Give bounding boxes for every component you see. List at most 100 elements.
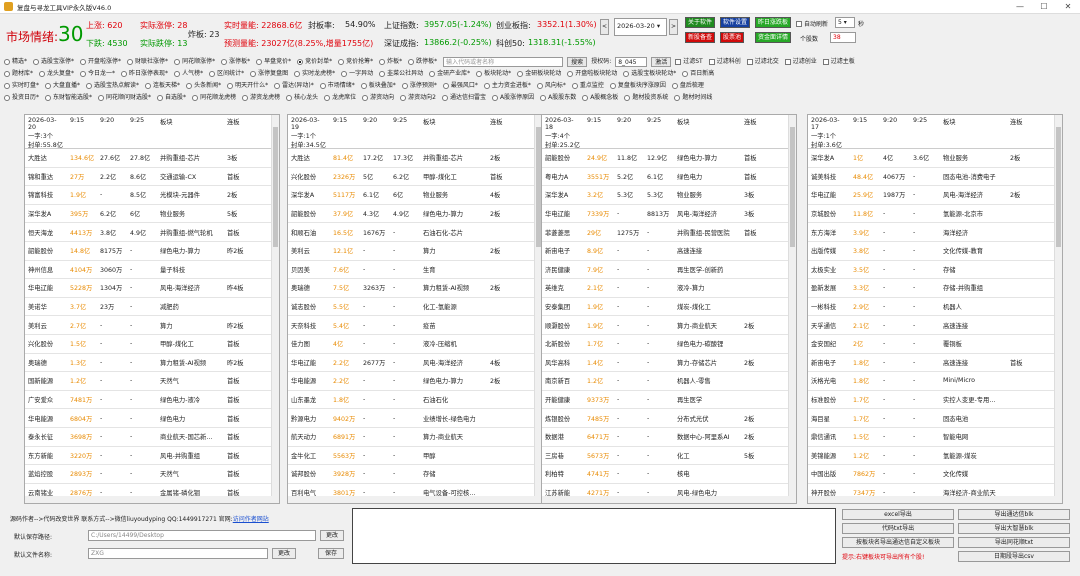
table-row[interactable]: 顺灏股份 1.9亿 - - 算力-商业航天 2板 (542, 316, 796, 335)
stock-pool-button[interactable]: 股票池 (720, 32, 745, 43)
horizontal-scrollbar[interactable] (808, 496, 1062, 503)
table-row[interactable]: 韶能股份 14.8亿 8175万 - 绿色电力-算力 昨2板 (25, 242, 279, 261)
filter-option[interactable]: 一字异动 (341, 68, 373, 80)
table-row[interactable]: 锦和重达 27万 2.2亿 8.6亿 交通运输-CX 首板 (25, 168, 279, 187)
filter-option[interactable]: 涨停预测* (401, 80, 437, 92)
table-row[interactable]: 沃格光电 1.8亿 - - Mini/Micro (808, 372, 1062, 391)
filter-option[interactable]: 游资龙虎榜 (242, 92, 280, 104)
filter-option[interactable]: 连板天梯* (145, 80, 180, 92)
filter-option[interactable]: 今日龙一* (80, 68, 115, 80)
filter-option[interactable]: 涨停复盘图 (250, 68, 288, 80)
filter-option[interactable]: A股涨停原因 (491, 92, 534, 104)
table-row[interactable]: 天奈科技 5.4亿 - - 疫苗 (288, 316, 542, 335)
vertical-scrollbar[interactable] (271, 115, 279, 503)
column-header[interactable]: 9:20 (97, 115, 127, 148)
filter-option[interactable]: 实时盯盘* (4, 80, 39, 92)
filter-option[interactable]: 自选股* (157, 92, 186, 104)
auction-panel-2[interactable]: 2026-03-19 一字:1个 封单:34.5亿 9:15 9:20 9:25 板块 连板大… (287, 114, 543, 504)
table-row[interactable]: 美锦能源 1.2亿 - - 氢能源-煤炭 (808, 447, 1062, 466)
table-row[interactable]: 利柏特 4741万 - - 核电 (542, 465, 796, 484)
change-path-button[interactable]: 更改 (320, 530, 344, 541)
column-header[interactable]: 连板 (487, 115, 525, 148)
column-header[interactable]: 板块 (157, 115, 224, 148)
filter-option[interactable]: 板块轮动* (476, 68, 511, 80)
filter-option[interactable]: 昨日涨停表现* (121, 68, 168, 80)
txt-export-button[interactable]: 代码txt导出 (842, 523, 954, 534)
filter-option[interactable]: 风向标* (536, 80, 566, 92)
table-row[interactable]: 和顺石油 16.5亿 1676万 - 石油石化-芯片 (288, 223, 542, 242)
table-row[interactable]: 安泰集团 1.9亿 - - 煤炭-煤化工 (542, 298, 796, 317)
table-row[interactable]: 天孚通信 2.1亿 - - 高速连接 (808, 316, 1062, 335)
table-row[interactable]: 炼银股份 7485万 - - 分布式光伏 2板 (542, 409, 796, 428)
filter-option[interactable]: 涨停板* (221, 56, 250, 68)
table-row[interactable]: 大胜达 81.4亿 17.2亿 17.3亿 并购重组-芯片 2板 (288, 149, 542, 168)
tdx-export-button[interactable]: 导出通达信blk (958, 509, 1070, 520)
filter-option[interactable]: 金研板块轮动 (517, 68, 561, 80)
vertical-scrollbar[interactable] (1054, 115, 1062, 503)
close-icon[interactable]: ✕ (1056, 2, 1080, 11)
table-row[interactable]: 华电辽能 5228万 1304万 - 风电-海洋经济 昨4板 (25, 279, 279, 298)
fund-detail-button[interactable]: 资金面详情 (755, 32, 792, 43)
filter-option[interactable]: 竞价抢筹* (338, 56, 373, 68)
about-button[interactable]: 关于软件 (685, 17, 716, 28)
table-row[interactable]: 东方新能 3220万 - - 风电-并购重组 首板 (25, 447, 279, 466)
filter-option[interactable]: 人气榜* (174, 68, 203, 80)
filter-option[interactable]: 开盘啦板块轮动 (567, 68, 617, 80)
table-row[interactable]: 一彬科技 2.9亿 - - 机器人 (808, 298, 1062, 317)
table-row[interactable]: 美诺华 3.7亿 23万 - 减肥药 (25, 298, 279, 317)
table-row[interactable]: 韶能股份 37.9亿 4.3亿 4.9亿 绿色电力-算力 2板 (288, 205, 542, 224)
next-date-button[interactable]: > (669, 19, 678, 35)
search-input[interactable]: 输入代码或者名称 (443, 57, 564, 67)
table-row[interactable]: 华电辽能 7339万 - 8813万 风电-海洋经济 3板 (542, 205, 796, 224)
column-header[interactable]: 9:15 (584, 115, 614, 148)
search-button[interactable]: 搜索 (567, 57, 588, 67)
filter-option[interactable]: 最强风口* (442, 80, 478, 92)
new-board-button[interactable]: 新股备查 (685, 32, 716, 43)
table-row[interactable]: 黔源电力 9402万 - - 业绩增长-绿色电力 (288, 409, 542, 428)
filter-option[interactable]: 精选* (4, 56, 27, 68)
column-header[interactable]: 9:20 (880, 115, 910, 148)
auction-panel-3[interactable]: 2026-03-18 一字:4个 封单:25.2亿 9:15 9:20 9:25 板块 连板韶… (541, 114, 797, 504)
scroll-thumb[interactable] (790, 127, 795, 247)
column-header[interactable]: 板块 (420, 115, 487, 148)
save-button[interactable]: 保存 (318, 548, 344, 559)
vertical-scrollbar[interactable] (788, 115, 796, 503)
table-row[interactable]: 鼎信通讯 1.5亿 - - 智能电网 (808, 428, 1062, 447)
table-row[interactable]: 风华高科 1.4亿 - - 算力-存储芯片 2板 (542, 354, 796, 373)
table-row[interactable]: 奥瑞德 7.5亿 3263万 - 算力租赁-AI视频 2板 (288, 279, 542, 298)
column-header[interactable]: 9:15 (67, 115, 97, 148)
table-row[interactable]: 兴化股份 2326万 5亿 6.2亿 甲醇-煤化工 首板 (288, 168, 542, 187)
filter-option[interactable]: 选股宝涨停* (33, 56, 74, 68)
column-header[interactable]: 连板 (224, 115, 262, 148)
table-row[interactable]: 金牛化工 5563万 - - 甲醇 (288, 447, 542, 466)
table-row[interactable]: 金安国纪 2亿 - - 覆铜板 (808, 335, 1062, 354)
column-header[interactable]: 9:15 (330, 115, 360, 148)
site-link[interactable]: 访问作者网站 (233, 516, 269, 523)
filter-option[interactable]: 金研产业库* (429, 68, 470, 80)
filter-option[interactable]: 区间统计* (209, 68, 244, 80)
change-file-button[interactable]: 更改 (272, 548, 296, 559)
table-row[interactable]: 广安爱众 7481万 - - 绿色电力-液冷 首板 (25, 391, 279, 410)
table-row[interactable]: 韶能股份 24.9亿 11.8亿 12.9亿 绿色电力-算力 首板 (542, 149, 796, 168)
table-row[interactable]: 诚邦股份 3928万 - - 存储 (288, 465, 542, 484)
filter-option[interactable]: 盘后梳理 (671, 80, 704, 92)
filter-option[interactable]: 财联社涨停* (127, 56, 168, 68)
table-row[interactable]: 盈新发展 3.3亿 - - 存储-并购重组 (808, 279, 1062, 298)
filter-option[interactable]: 题材时间线 (674, 92, 712, 104)
table-row[interactable]: 兴化股份 1.5亿 - - 甲醇-煤化工 首板 (25, 335, 279, 354)
table-row[interactable]: 深华发A 1亿 4亿 3.6亿 物业服务 2板 (808, 149, 1062, 168)
table-row[interactable]: 华电能源 2.2亿 - - 绿色电力-算力 2板 (288, 372, 542, 391)
auction-panel-1[interactable]: 2026-03-20 一字:3个 封单:55.8亿 9:15 9:20 9:25 板块 连板大… (24, 114, 280, 504)
filter-option[interactable]: 同花顺涨停* (174, 56, 215, 68)
filter-option[interactable]: 炸板* (379, 56, 402, 68)
filter-option[interactable]: 投资日历* (4, 92, 39, 104)
table-row[interactable]: 深华发A 3.2亿 5.3亿 5.3亿 物业服务 3板 (542, 186, 796, 205)
column-header[interactable]: 9:25 (910, 115, 940, 148)
table-row[interactable]: 神州信息 4104万 3060万 - 量子科技 (25, 261, 279, 280)
auto-refresh-checkbox[interactable]: 自动刷新 (796, 19, 828, 28)
scroll-thumb[interactable] (273, 127, 278, 247)
filter-option[interactable]: 板块叠加* (360, 80, 396, 92)
custom-board-export-button[interactable]: 按板块名导出通达信自定义板块 (842, 537, 954, 548)
column-header[interactable]: 9:25 (390, 115, 420, 148)
table-row[interactable]: 美利云 12.1亿 - - 算力 2板 (288, 242, 542, 261)
